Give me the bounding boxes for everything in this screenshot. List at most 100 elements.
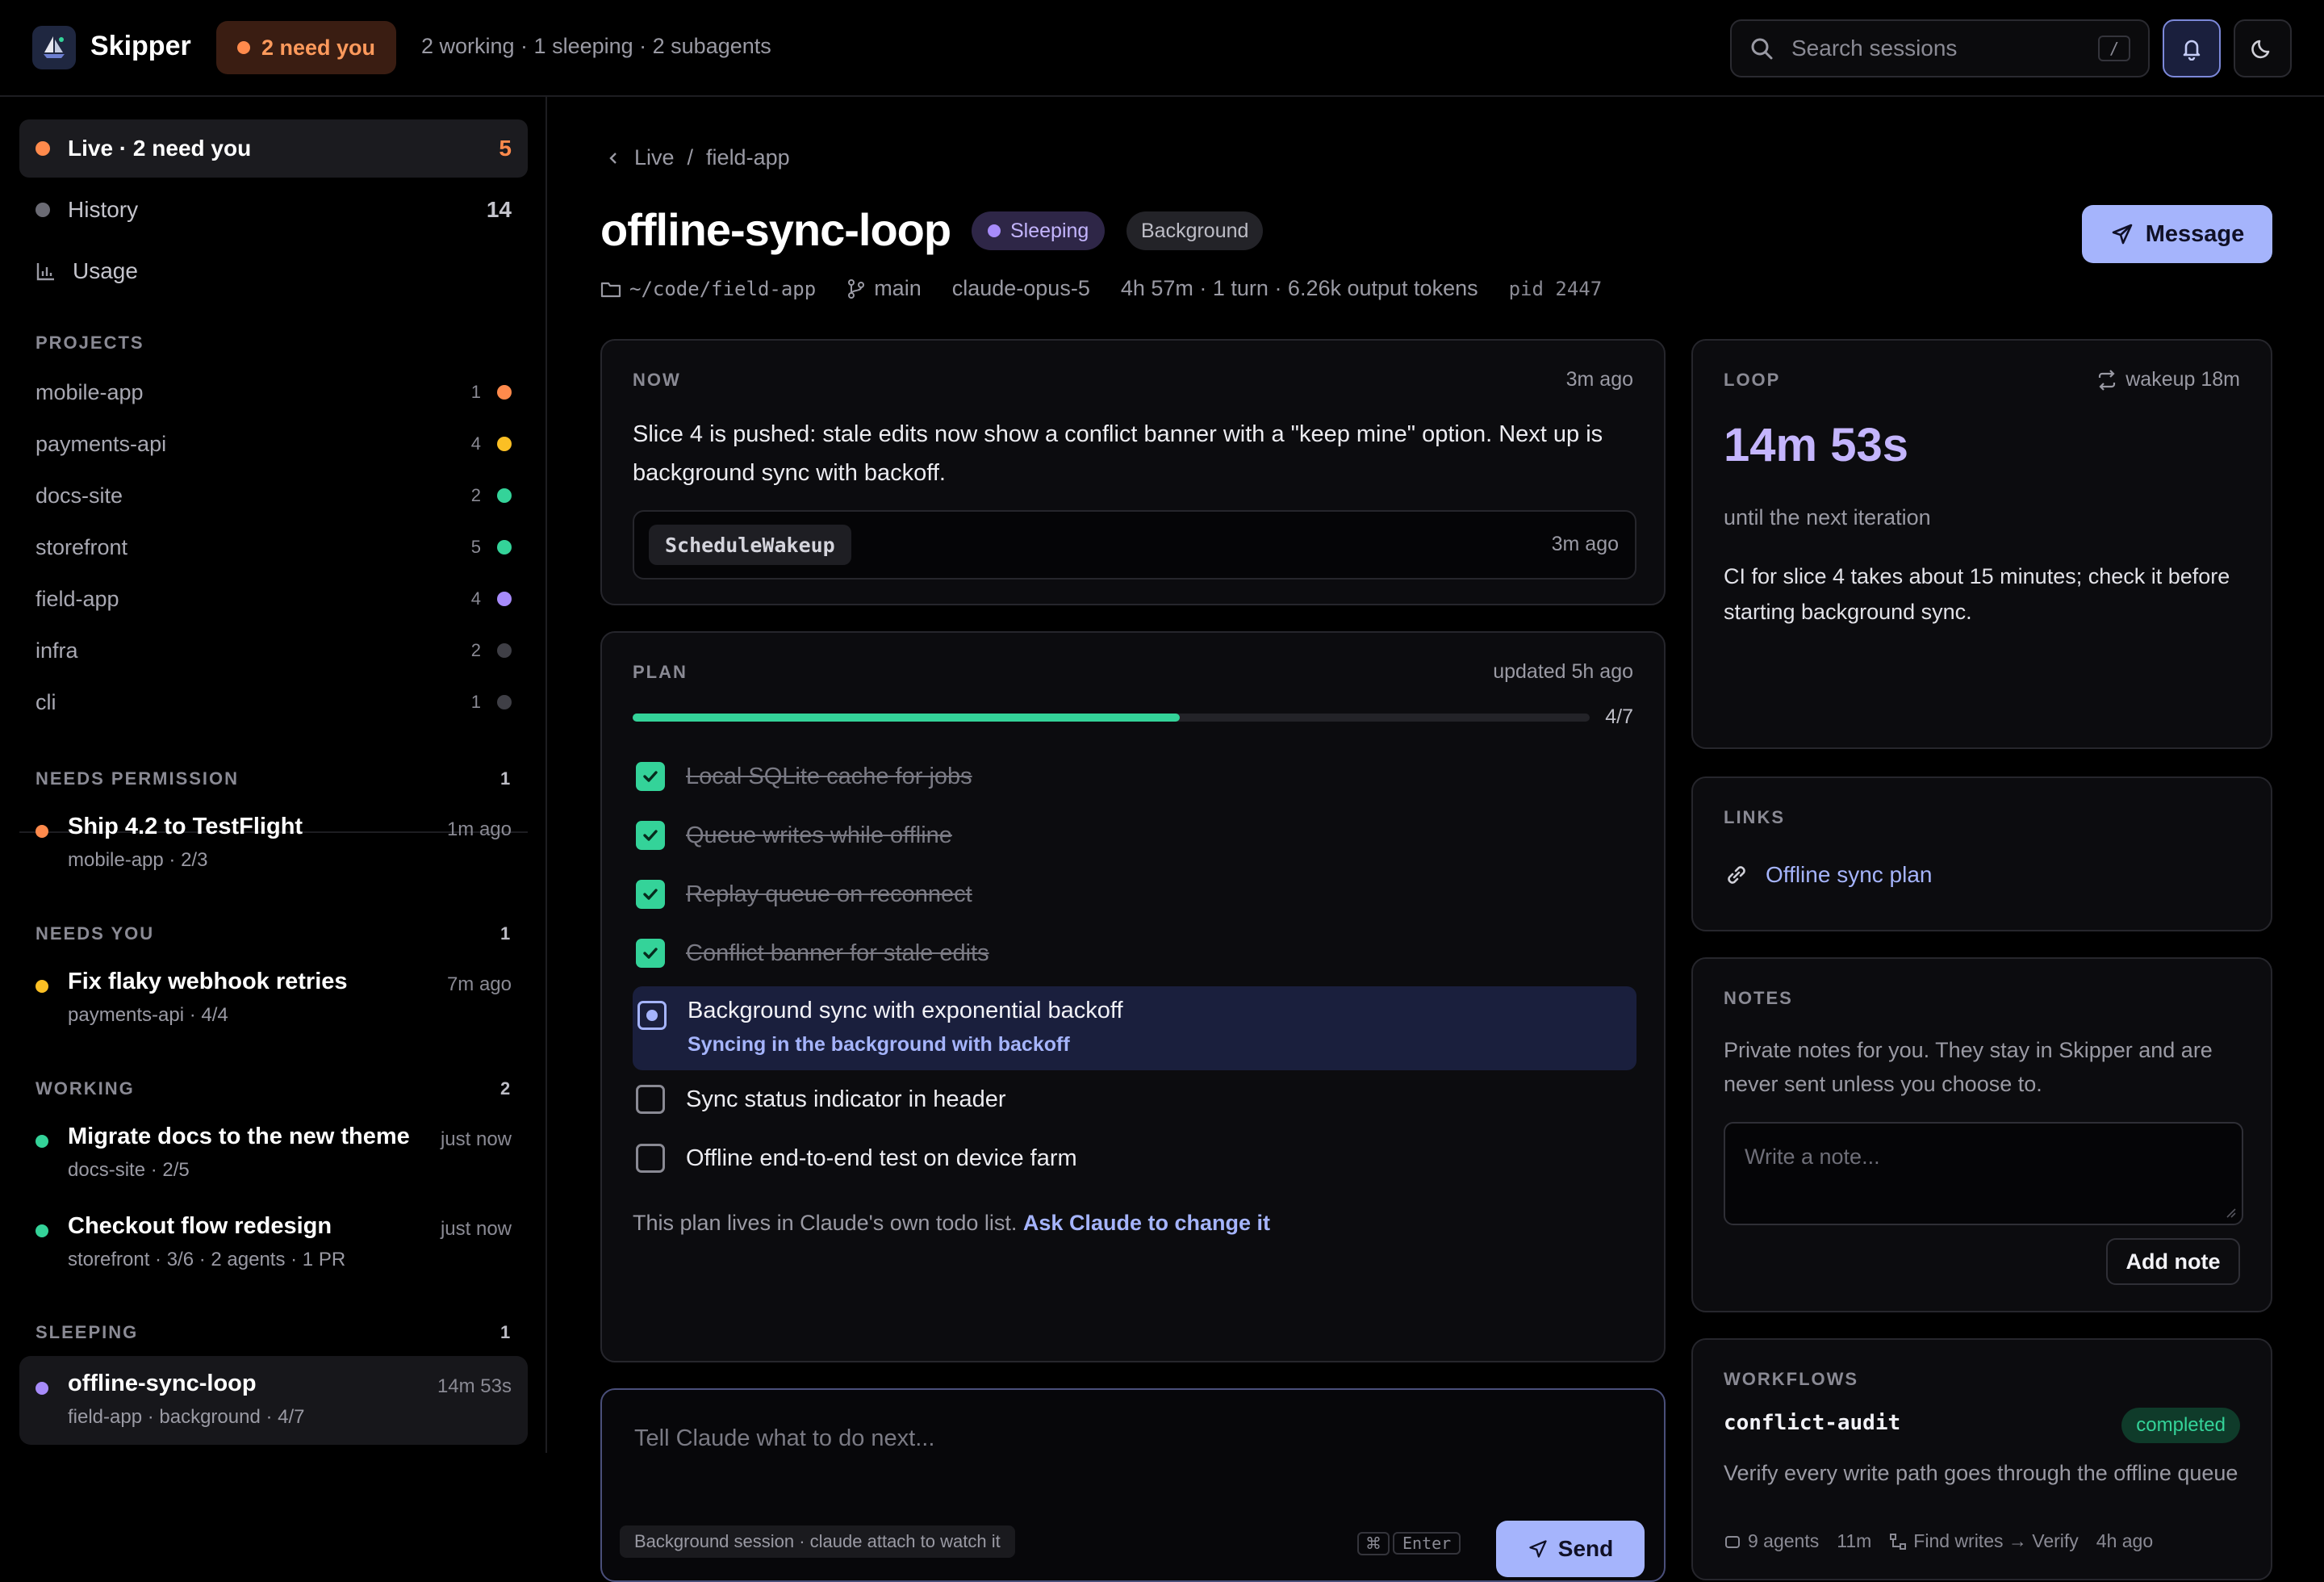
composer-hint: Background session · claude attach to wa… (620, 1526, 1015, 1558)
tool-call-row[interactable]: ScheduleWakeup 3m ago (633, 510, 1636, 580)
plan-item[interactable]: Replay queue on reconnect (636, 868, 1636, 920)
workflow-name[interactable]: conflict-audit (1724, 1411, 1900, 1435)
plan-item-text: Local SQLite cache for jobs (686, 763, 972, 789)
checkbox-checked[interactable] (636, 939, 665, 968)
top-bar: Skipper 2 need you 2 working · 1 sleepin… (0, 0, 2324, 97)
send-button[interactable]: Send (1496, 1521, 1645, 1577)
project-name: docs-site (36, 483, 123, 508)
checkbox-in-progress[interactable] (637, 1001, 667, 1030)
plan-item[interactable]: Local SQLite cache for jobs (636, 751, 1636, 802)
need-you-label: 2 need you (261, 35, 376, 60)
status-badge: Sleeping (972, 211, 1106, 250)
composer[interactable]: Tell Claude what to do next... Backgroun… (600, 1388, 1666, 1582)
group-heading: NEEDS PERMISSION (36, 768, 240, 789)
project-payments-api[interactable]: payments-api 4 (36, 428, 512, 460)
session-item[interactable]: Fix flaky webhook retries payments-api ·… (19, 962, 528, 1043)
now-label: NOW (633, 370, 681, 390)
project-status-dot (497, 592, 512, 606)
session-title: Fix flaky webhook retries (68, 969, 348, 994)
sidebar-item-label: Live · 2 need you (68, 136, 252, 161)
project-name: storefront (36, 534, 128, 559)
session-subtitle: field-app · background · 4/7 (68, 1406, 305, 1428)
live-dot (36, 141, 50, 156)
links-card: LINKS Offline sync plan (1691, 776, 2272, 931)
search-input[interactable]: Search sessions / (1730, 19, 2150, 77)
status-summary: 2 working · 1 sleeping · 2 subagents (421, 34, 771, 58)
checkbox-unchecked[interactable] (636, 1085, 665, 1114)
group-needs-permission: NEEDS PERMISSION 1 (36, 768, 512, 789)
project-status-dot (497, 695, 512, 709)
checkbox-checked[interactable] (636, 821, 665, 850)
project-docs-site[interactable]: docs-site 2 (36, 479, 512, 512)
tool-name-chip: ScheduleWakeup (649, 525, 851, 565)
session-pid: pid 2447 (1508, 277, 1603, 300)
plan-progress-track (633, 714, 1590, 722)
link-text[interactable]: Offline sync plan (1766, 862, 1933, 888)
project-field-app[interactable]: field-app 4 (36, 583, 512, 615)
project-name: infra (36, 638, 78, 663)
link-item[interactable]: Offline sync plan (1724, 862, 1933, 888)
breadcrumb-project[interactable]: field-app (706, 145, 790, 170)
project-cli[interactable]: cli 1 (36, 686, 512, 718)
sidebar-item-count: 14 (486, 197, 512, 222)
checkbox-checked[interactable] (636, 880, 665, 909)
session-time: 7m ago (446, 973, 512, 995)
loop-wakeup: wakeup 18m (2096, 368, 2240, 391)
status-label: Sleeping (1010, 219, 1089, 242)
now-time: 3m ago (1565, 368, 1633, 391)
session-time: just now (440, 1218, 512, 1240)
resize-handle-icon[interactable] (2226, 1207, 2237, 1219)
need-you-badge[interactable]: 2 need you (216, 21, 397, 74)
plan-item[interactable]: Conflict banner for stale edits (636, 927, 1636, 979)
sidebar-item-label: History (68, 197, 139, 222)
checkbox-checked[interactable] (636, 762, 665, 791)
project-name: cli (36, 689, 56, 714)
session-path: ~/code/field-app (600, 278, 816, 300)
search-icon (1751, 38, 1773, 60)
session-subtitle: payments-api · 4/4 (68, 1004, 228, 1026)
tool-time: 3m ago (1551, 533, 1619, 555)
session-item[interactable]: Ship 4.2 to TestFlight mobile-app · 2/3 … (19, 807, 528, 888)
history-dot (36, 203, 50, 217)
plan-item-current[interactable]: Background sync with exponential backoff… (633, 986, 1636, 1070)
note-textarea[interactable]: Write a note... (1724, 1122, 2243, 1225)
checkbox-unchecked[interactable] (636, 1144, 665, 1173)
notifications-button[interactable] (2163, 19, 2221, 77)
sidebar-item-history[interactable]: History 14 (19, 181, 528, 239)
send-icon (1529, 1540, 1547, 1558)
plan-item-text: Offline end-to-end test on device farm (686, 1145, 1077, 1171)
session-item[interactable]: Migrate docs to the new theme docs-site … (19, 1117, 528, 1198)
session-title: Ship 4.2 to TestFlight (68, 814, 303, 839)
change-plan-link[interactable]: Ask Claude to change it (1023, 1211, 1270, 1235)
add-note-button[interactable]: Add note (2106, 1238, 2240, 1285)
plan-item-text: Conflict banner for stale edits (686, 940, 989, 966)
workflow-time: 4h ago (2096, 1530, 2154, 1551)
sidebar-item-live[interactable]: Live · 2 need you 5 (19, 119, 528, 178)
plan-footer-text: This plan lives in Claude's own todo lis… (633, 1211, 1018, 1235)
session-status-dot (36, 825, 48, 838)
plan-item[interactable]: Offline end-to-end test on device farm (636, 1132, 1636, 1184)
skipper-logo[interactable] (32, 26, 76, 69)
workflow-status-badge: completed (2121, 1408, 2240, 1443)
plan-label: PLAN (633, 662, 688, 682)
project-infra[interactable]: infra 2 (36, 634, 512, 667)
loop-label: LOOP (1724, 370, 1781, 390)
project-count: 4 (470, 588, 481, 609)
flow-icon (1890, 1533, 1907, 1550)
project-mobile-app[interactable]: mobile-app 1 (36, 376, 512, 408)
project-count: 5 (470, 537, 481, 557)
sidebar-item-usage[interactable]: Usage (19, 242, 528, 300)
theme-toggle-button[interactable] (2234, 19, 2292, 77)
plan-item[interactable]: Sync status indicator in header (636, 1074, 1636, 1125)
composer-input[interactable]: Tell Claude what to do next... (634, 1425, 934, 1452)
session-item-active[interactable]: offline-sync-loop field-app · background… (19, 1356, 528, 1445)
sidebar-item-count: 5 (499, 136, 512, 161)
breadcrumb-separator: / (687, 145, 694, 170)
plan-item[interactable]: Queue writes while offline (636, 810, 1636, 861)
project-storefront[interactable]: storefront 5 (36, 531, 512, 563)
sidebar-item-label: Usage (73, 258, 138, 283)
session-item[interactable]: Checkout flow redesign storefront · 3/6 … (19, 1207, 528, 1287)
sidebar: Live · 2 need you 5 History 14 Usage PRO… (0, 97, 547, 1453)
message-button[interactable]: Message (2082, 205, 2272, 263)
breadcrumb-live[interactable]: Live (634, 145, 675, 170)
